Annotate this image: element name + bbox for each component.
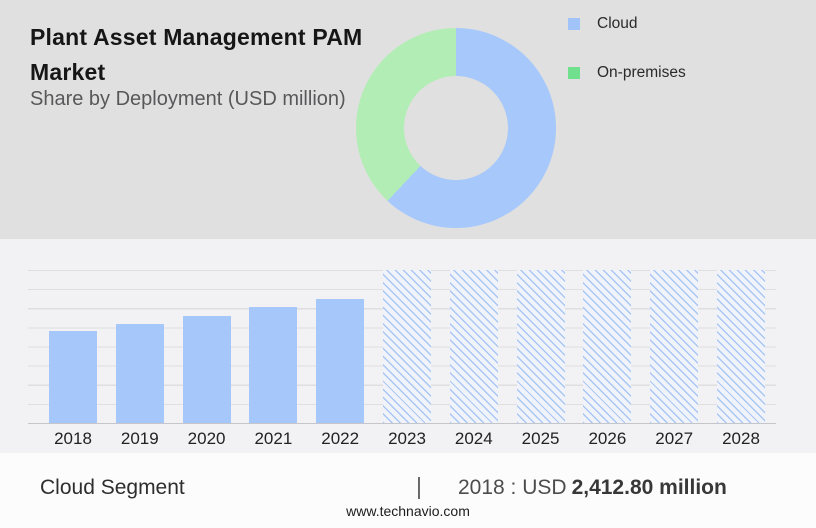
value-line: 2018 : USD 2,412.80 million bbox=[458, 476, 727, 500]
x-axis-label: 2026 bbox=[588, 429, 627, 448]
x-axis-label: 2027 bbox=[655, 429, 694, 448]
forecast-bar bbox=[583, 270, 632, 423]
legend-swatch bbox=[568, 67, 580, 79]
value-prefix: 2018 : USD bbox=[458, 476, 567, 499]
x-axis-label: 2024 bbox=[454, 429, 493, 448]
page-subtitle: Share by Deployment (USD million) bbox=[30, 88, 346, 110]
x-axis-labels: 2018 2019 2020 2021 2022 2023 2024 2025 2026 2027… bbox=[28, 429, 776, 451]
infographic-page: Plant Asset Management PAM Market Share … bbox=[0, 0, 816, 528]
donut-chart bbox=[356, 28, 556, 228]
value-bar bbox=[49, 330, 97, 423]
bar-chart-section: 2018 2019 2020 2021 2022 2023 2024 2025 2026 2027… bbox=[0, 239, 816, 453]
value-bar bbox=[316, 298, 365, 423]
forecast-bar bbox=[516, 270, 565, 423]
value-bar bbox=[182, 315, 231, 423]
donut-legend: Cloud On-premises bbox=[568, 14, 686, 83]
x-axis-label: 2023 bbox=[388, 429, 426, 448]
forecast-bar bbox=[650, 270, 699, 423]
value-bar bbox=[249, 307, 298, 423]
x-axis-label: 2028 bbox=[722, 429, 760, 448]
segment-label: Cloud Segment bbox=[40, 476, 185, 499]
forecast-bar bbox=[449, 270, 498, 423]
forecast-bar bbox=[383, 270, 431, 423]
website-url: www.technavio.com bbox=[346, 503, 470, 519]
legend-label-on-premises: On-premises bbox=[597, 64, 686, 81]
x-axis-label: 2025 bbox=[521, 429, 560, 448]
x-axis-label: 2019 bbox=[120, 429, 159, 448]
value-amount: 2,412.80 million bbox=[571, 476, 727, 499]
donut-hole bbox=[404, 76, 508, 180]
page-title: Plant Asset Management PAM Market bbox=[30, 24, 363, 85]
footer-section: Cloud Segment | 2018 : USD 2,412.80 milli… bbox=[0, 453, 816, 528]
x-axis-label: 2020 bbox=[187, 429, 226, 448]
separator-bar: | bbox=[416, 473, 422, 499]
value-bar bbox=[115, 323, 164, 423]
legend-item-cloud: Cloud bbox=[568, 14, 686, 34]
x-axis-label: 2018 bbox=[54, 429, 92, 448]
x-axis-label: 2022 bbox=[321, 429, 360, 448]
legend-swatch bbox=[568, 18, 580, 30]
legend-item-on-premises: On-premises bbox=[568, 63, 686, 83]
bar-chart-plot bbox=[28, 270, 776, 424]
legend-label-cloud: Cloud bbox=[597, 15, 638, 32]
x-axis-label: 2021 bbox=[254, 429, 293, 448]
forecast-bar bbox=[717, 270, 765, 423]
header-section: Plant Asset Management PAM Market Share … bbox=[0, 0, 816, 239]
